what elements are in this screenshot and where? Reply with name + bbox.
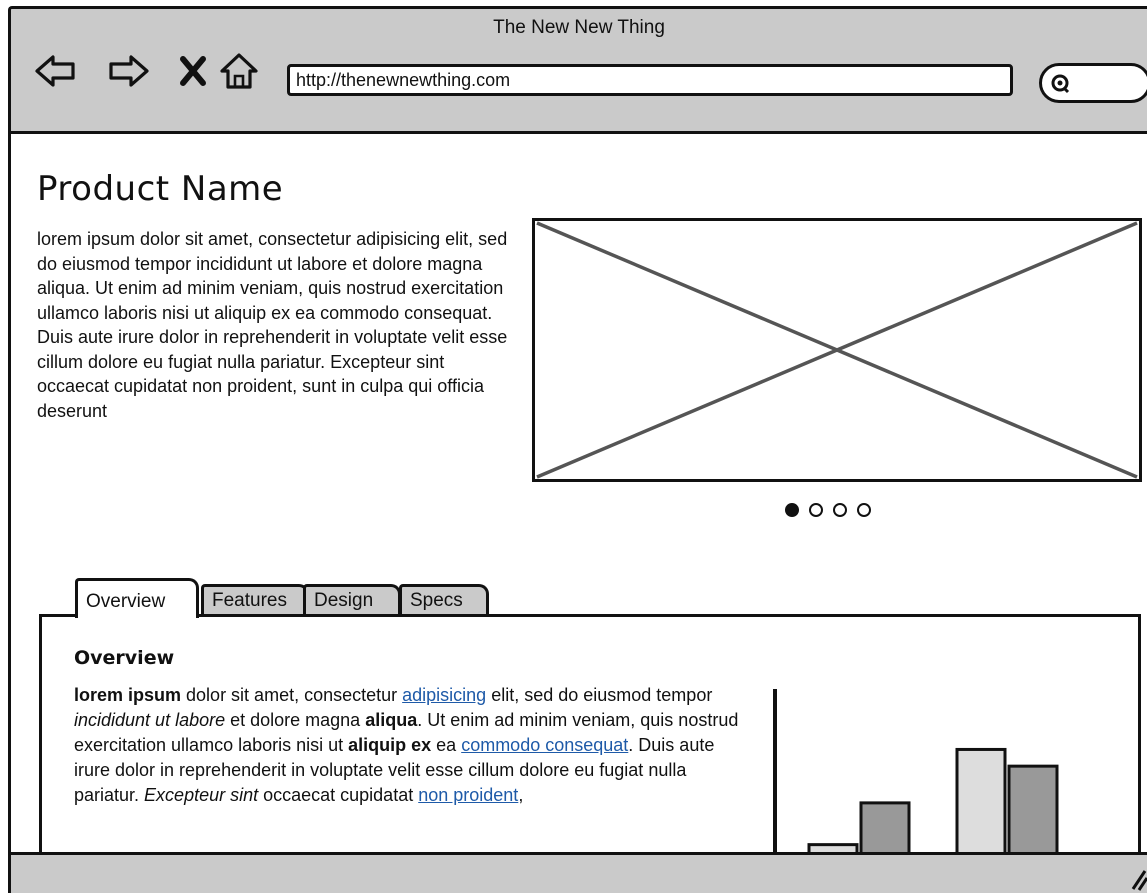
tab-overview[interactable]: Overview (75, 578, 199, 618)
text-segment: ea (431, 735, 462, 755)
carousel-dots (785, 503, 871, 519)
text-segment: lorem ipsum (74, 685, 182, 705)
window-title: The New New Thing (493, 17, 665, 38)
product-image-placeholder[interactable] (532, 218, 1142, 482)
tab-features[interactable]: Features (201, 584, 309, 618)
url-input[interactable]: http://thenewnewthing.com (287, 64, 1013, 96)
text-segment: aliqua (365, 710, 418, 730)
search-icon (1051, 74, 1070, 94)
stop-x-icon[interactable] (173, 49, 217, 93)
image-placeholder-icon (536, 221, 1138, 479)
carousel-dot[interactable] (857, 503, 871, 517)
browser-window: The New New Thing http://thenewnewthing.… (8, 6, 1147, 893)
carousel-dot[interactable] (785, 503, 799, 517)
text-segment: Excepteur sint (144, 785, 259, 805)
carousel-dot[interactable] (809, 503, 823, 517)
tab-design[interactable]: Design (303, 584, 401, 618)
browser-toolbar: The New New Thing http://thenewnewthing.… (11, 9, 1147, 134)
back-arrow-icon[interactable] (33, 49, 77, 93)
carousel-dot[interactable] (833, 503, 847, 517)
panel-heading: Overview (74, 647, 175, 669)
text-link[interactable]: commodo consequat (461, 735, 628, 755)
text-segment: dolor sit amet, consectetur (181, 685, 403, 705)
product-title: Product Name (37, 169, 284, 209)
chart-bar (955, 747, 1007, 860)
tab-specs[interactable]: Specs (399, 584, 489, 618)
overview-text: lorem ipsum dolor sit amet, consectetur … (74, 683, 754, 808)
text-segment: , (518, 785, 524, 805)
chart-bar (1007, 764, 1059, 860)
text-link[interactable]: non proident (418, 785, 518, 805)
search-field[interactable] (1039, 63, 1147, 103)
text-segment: occaecat cupidatat (258, 785, 419, 805)
text-segment: incididunt ut labore (74, 710, 226, 730)
product-description: lorem ipsum dolor sit amet, consectetur … (37, 229, 508, 421)
overview-bar-chart (773, 689, 1122, 860)
home-icon[interactable] (217, 49, 261, 93)
chart-bar (859, 801, 911, 860)
status-bar (11, 852, 1147, 893)
page-content: Product Name lorem ipsum dolor sit amet,… (11, 137, 1147, 874)
text-segment: et dolore magna (225, 710, 366, 730)
text-segment: elit, sed do eiusmod tempor (486, 685, 713, 705)
resize-grip-icon[interactable] (1127, 865, 1147, 891)
text-link[interactable]: adipisicing (402, 685, 486, 705)
forward-arrow-icon[interactable] (107, 49, 151, 93)
text-segment: aliquip ex (348, 735, 432, 755)
tab-panel-overview: Overview lorem ipsum dolor sit amet, con… (39, 614, 1141, 874)
